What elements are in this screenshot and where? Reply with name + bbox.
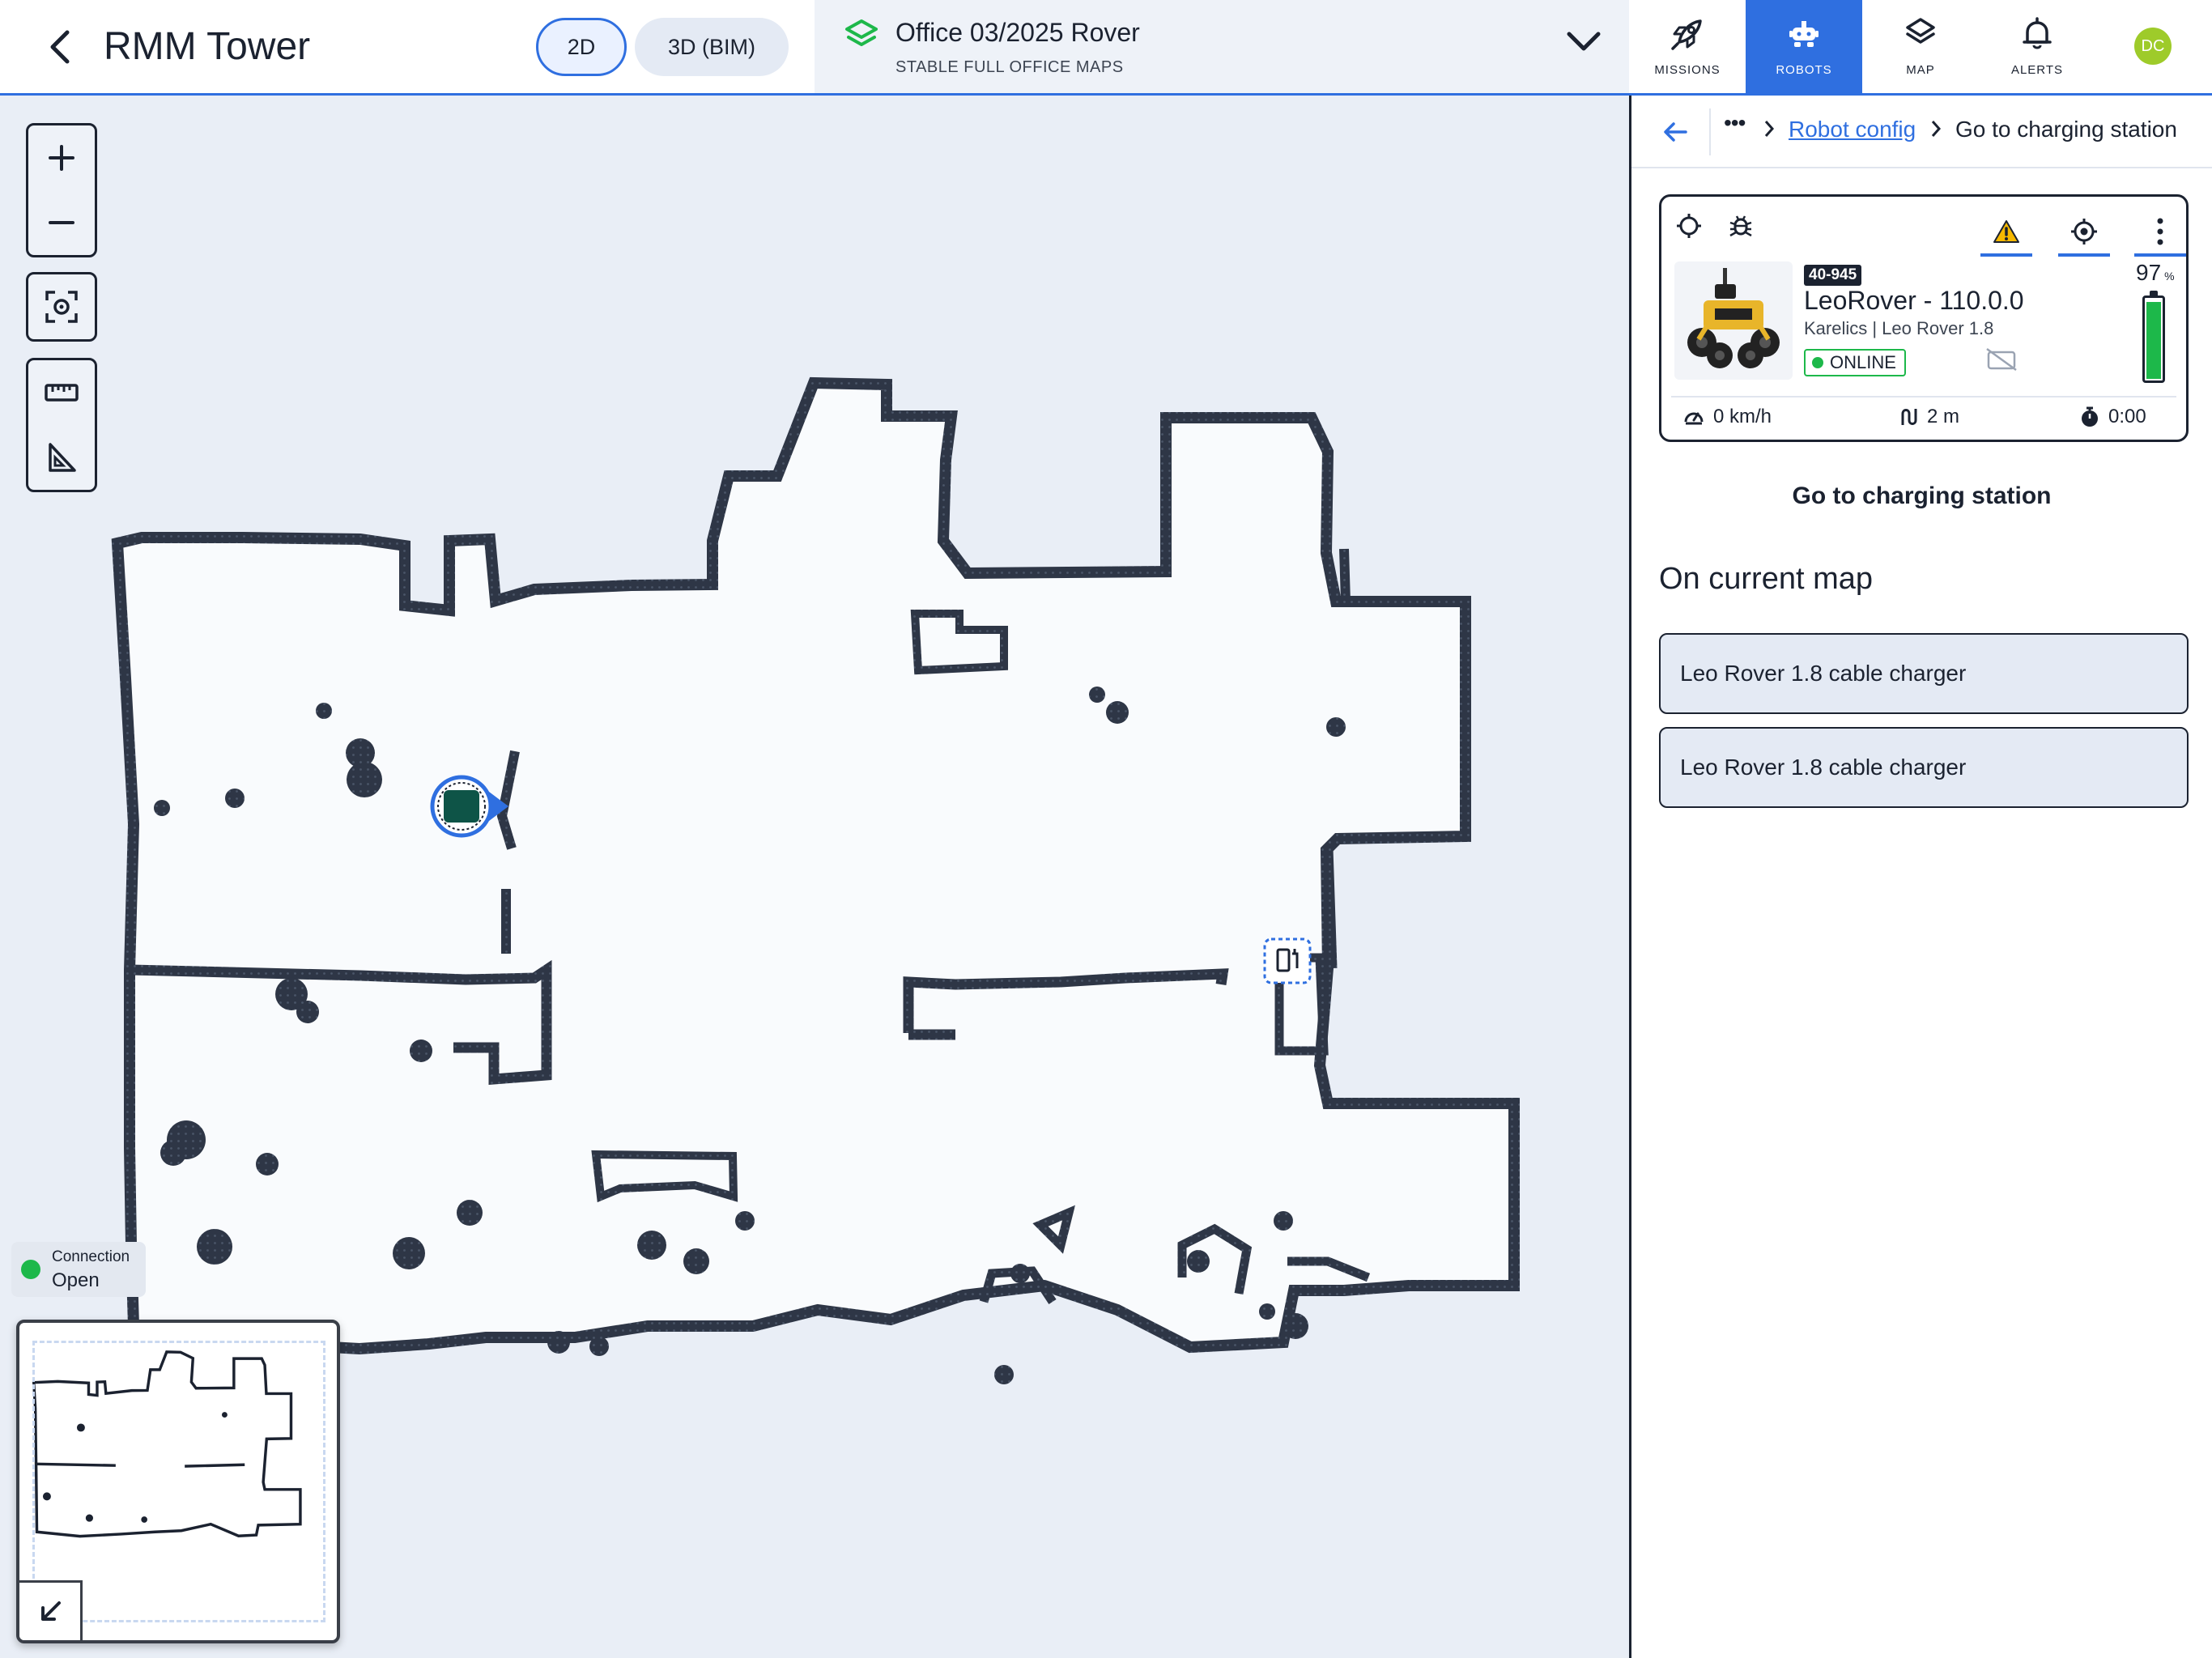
robot-status-text: ONLINE bbox=[1830, 352, 1896, 372]
charger-option[interactable]: Leo Rover 1.8 cable charger bbox=[1659, 727, 2189, 808]
map-name: Office 03/2025 Rover bbox=[895, 18, 1140, 47]
warning-icon bbox=[1993, 220, 2019, 243]
robot-side-panel: ••• Robot config Go to charging station bbox=[1629, 96, 2212, 1658]
nav-map[interactable]: MAP bbox=[1862, 0, 1979, 93]
robot-id-badge: 40-945 bbox=[1804, 265, 1862, 286]
battery-icon bbox=[2142, 291, 2165, 383]
view-2d-button[interactable]: 2D bbox=[536, 18, 627, 76]
more-options-button[interactable] bbox=[2134, 206, 2186, 257]
target-icon bbox=[2071, 219, 2097, 244]
chevron-right-icon bbox=[1764, 121, 1775, 137]
connection-status: Connection Open bbox=[11, 1242, 146, 1297]
nav-robots-label: ROBOTS bbox=[1776, 63, 1832, 77]
minus-icon bbox=[49, 221, 74, 224]
battery-unit: % bbox=[2164, 270, 2175, 283]
nav-alerts[interactable]: ALERTS bbox=[1979, 0, 2095, 93]
nav-missions[interactable]: MISSIONS bbox=[1629, 0, 1746, 93]
layers-icon bbox=[845, 19, 878, 46]
connection-value: Open bbox=[52, 1269, 100, 1291]
user-avatar[interactable]: DC bbox=[2134, 28, 2172, 65]
nav-alerts-label: ALERTS bbox=[2010, 63, 2064, 77]
minimap[interactable] bbox=[16, 1320, 340, 1643]
charging-station-marker[interactable] bbox=[1263, 937, 1312, 984]
locate-button[interactable] bbox=[1666, 206, 1712, 245]
bug-icon bbox=[1729, 215, 1752, 237]
battery-percentage: 97% bbox=[2136, 260, 2175, 286]
zoom-out-button[interactable] bbox=[28, 190, 95, 255]
robot-status-badge: ONLINE bbox=[1804, 349, 1906, 376]
arrow-down-left-icon bbox=[40, 1601, 61, 1621]
section-title: On current map bbox=[1659, 562, 1873, 596]
nav-robots[interactable]: ROBOTS bbox=[1746, 0, 1862, 93]
warnings-tab-underline bbox=[1980, 253, 2032, 257]
camera-off-icon bbox=[1986, 347, 2017, 372]
timer-value: 0:00 bbox=[2108, 406, 2146, 427]
distance-value: 2 m bbox=[1927, 406, 1960, 427]
zoom-controls bbox=[26, 123, 97, 257]
measure-distance-button[interactable] bbox=[28, 360, 95, 425]
map-canvas[interactable]: Connection Open bbox=[0, 96, 1629, 1658]
timer-stat: 0:00 bbox=[2079, 406, 2146, 428]
charger-option[interactable]: Leo Rover 1.8 cable charger bbox=[1659, 633, 2189, 714]
route-icon bbox=[1901, 409, 1917, 425]
measure-controls bbox=[26, 358, 97, 492]
floor-area bbox=[111, 376, 1520, 1355]
kebab-menu-icon bbox=[2157, 218, 2163, 245]
location-tab-underline bbox=[2058, 253, 2110, 257]
breadcrumb-robot-config-link[interactable]: Robot config bbox=[1789, 117, 1916, 142]
robot-photo bbox=[1674, 261, 1793, 380]
robot-stats: 0 km/h 2 m 0:00 bbox=[1671, 396, 2176, 432]
battery-level-fill bbox=[2146, 302, 2161, 379]
chevron-left-icon bbox=[50, 30, 70, 64]
robot-icon bbox=[1789, 21, 1819, 47]
nav-map-label: MAP bbox=[1906, 63, 1935, 77]
app-title: RMM Tower bbox=[104, 25, 311, 68]
status-dot bbox=[1812, 357, 1823, 368]
warnings-tab[interactable] bbox=[1980, 206, 2032, 257]
chevron-down-icon bbox=[1567, 32, 1601, 51]
nav-missions-label: MISSIONS bbox=[1654, 63, 1721, 77]
arrow-left-icon bbox=[1664, 122, 1687, 142]
chevron-right-icon bbox=[1931, 121, 1942, 137]
distance-stat: 2 m bbox=[1898, 406, 1959, 428]
layers-icon bbox=[1906, 18, 1935, 44]
task-title: Go to charging station bbox=[1792, 483, 2052, 509]
speedometer-icon bbox=[1684, 412, 1704, 425]
recenter-control bbox=[26, 272, 97, 342]
map-selector[interactable]: Office 03/2025 Rover STABLE FULL OFFICE … bbox=[815, 0, 1629, 93]
robot-name: LeoRover - 110.0.0 bbox=[1804, 286, 2024, 315]
top-bar: RMM Tower 2D 3D (BIM) Office 03/2025 Rov… bbox=[0, 0, 2212, 96]
view-3d-bim-button[interactable]: 3D (BIM) bbox=[635, 18, 789, 76]
location-tab[interactable] bbox=[2058, 206, 2110, 257]
back-button[interactable] bbox=[39, 24, 81, 70]
ruler-icon bbox=[45, 384, 79, 402]
robot-model: Karelics | Leo Rover 1.8 bbox=[1804, 318, 1994, 338]
robot-card: 40-945 LeoRover - 110.0.0 Karelics | Leo… bbox=[1659, 194, 2189, 442]
bell-icon bbox=[2023, 17, 2052, 49]
speed-value: 0 km/h bbox=[1713, 406, 1772, 427]
breadcrumb-current: Go to charging station bbox=[1955, 117, 2177, 142]
plus-icon bbox=[49, 145, 74, 171]
breadcrumb: ••• Robot config Go to charging station bbox=[1631, 96, 2212, 168]
battery-value: 97 bbox=[2136, 260, 2162, 285]
focus-robot-button[interactable] bbox=[28, 274, 95, 339]
connection-status-dot bbox=[21, 1260, 40, 1279]
set-square-icon bbox=[49, 443, 76, 472]
focus-frame-icon bbox=[45, 291, 78, 323]
panel-back-button[interactable] bbox=[1641, 108, 1711, 155]
rover-image bbox=[1687, 268, 1780, 368]
minimap-collapse-button[interactable] bbox=[19, 1580, 83, 1640]
speed-stat: 0 km/h bbox=[1682, 406, 1772, 428]
zoom-in-button[interactable] bbox=[28, 125, 95, 190]
connection-label: Connection bbox=[52, 1248, 130, 1265]
rocket-icon bbox=[1671, 19, 1702, 50]
more-options-underline bbox=[2134, 253, 2186, 257]
breadcrumb-more[interactable]: ••• bbox=[1724, 110, 1746, 136]
crosshair-icon bbox=[1677, 214, 1701, 238]
debug-button[interactable] bbox=[1718, 206, 1763, 245]
stopwatch-icon bbox=[2082, 406, 2098, 427]
measure-angle-button[interactable] bbox=[28, 425, 95, 490]
map-subtitle: STABLE FULL OFFICE MAPS bbox=[895, 58, 1124, 76]
